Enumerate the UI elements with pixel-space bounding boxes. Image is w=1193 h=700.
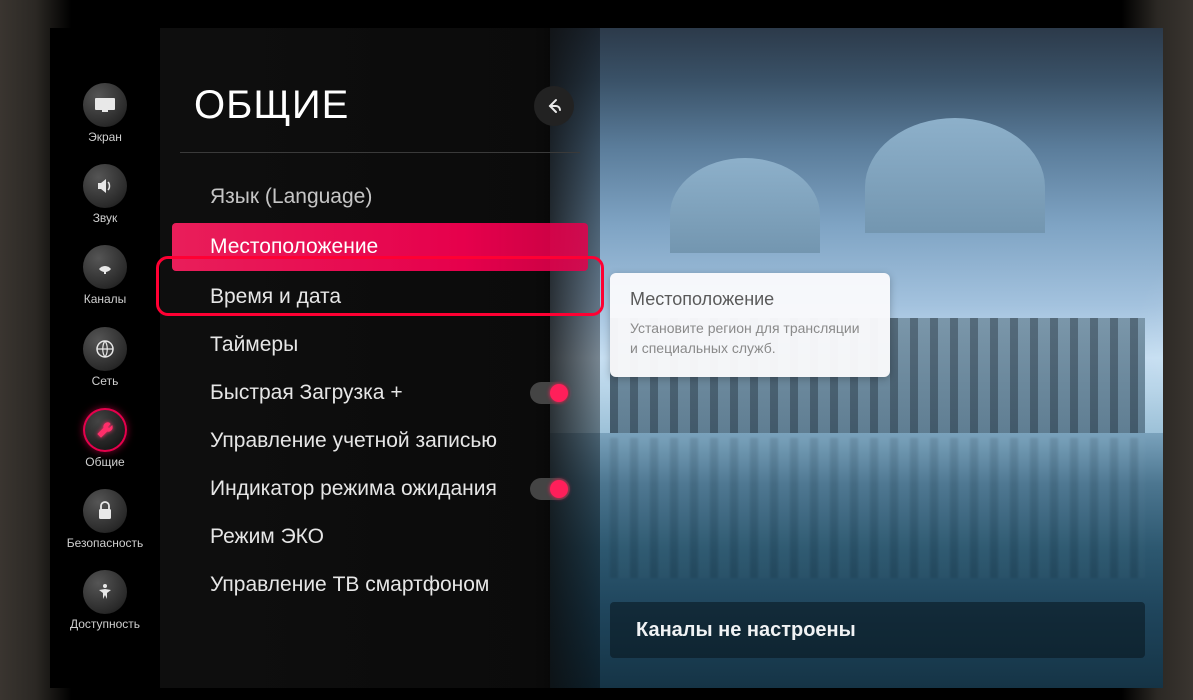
- settings-menu: Язык (Language) Местоположение Время и д…: [160, 173, 600, 609]
- menu-item-quick-start[interactable]: Быстрая Загрузка +: [160, 369, 600, 417]
- page-title: ОБЩИЕ: [194, 83, 349, 128]
- wrench-icon: [83, 408, 127, 452]
- sidebar-item-channels[interactable]: Каналы: [83, 245, 127, 306]
- sidebar-item-accessibility[interactable]: Доступность: [70, 570, 140, 631]
- status-bar[interactable]: Каналы не настроены: [610, 602, 1145, 658]
- sidebar-item-label: Звук: [93, 212, 118, 225]
- menu-item-label: Индикатор режима ожидания: [210, 477, 497, 501]
- sidebar-item-label: Сеть: [92, 375, 119, 388]
- divider: [180, 152, 580, 153]
- panel-header: ОБЩИЕ: [160, 83, 600, 152]
- sidebar-item-label: Доступность: [70, 618, 140, 631]
- toggle-standby-indicator[interactable]: [530, 478, 570, 500]
- sidebar-item-label: Каналы: [84, 293, 127, 306]
- menu-item-timers[interactable]: Таймеры: [160, 321, 600, 369]
- menu-item-label: Управление учетной записью: [210, 429, 497, 453]
- lock-icon: [83, 489, 127, 533]
- back-button[interactable]: [534, 86, 574, 126]
- tooltip-title: Местоположение: [630, 289, 870, 310]
- sidebar-item-network[interactable]: Сеть: [83, 327, 127, 388]
- tv-bezel: Экран Звук Каналы Сеть: [0, 0, 1193, 700]
- back-icon: [545, 97, 563, 115]
- sidebar-item-label: Общие: [85, 456, 124, 469]
- sidebar-item-security[interactable]: Безопасность: [67, 489, 144, 550]
- menu-item-time-date[interactable]: Время и дата: [160, 273, 600, 321]
- tooltip-description: Установите регион для трансляции и специ…: [630, 318, 870, 359]
- menu-item-account-management[interactable]: Управление учетной записью: [160, 417, 600, 465]
- menu-item-standby-indicator[interactable]: Индикатор режима ожидания: [160, 465, 600, 513]
- sidebar-item-general[interactable]: Общие: [83, 408, 127, 469]
- tv-screen: Экран Звук Каналы Сеть: [50, 28, 1163, 688]
- help-tooltip: Местоположение Установите регион для тра…: [610, 273, 890, 377]
- menu-item-label: Время и дата: [210, 285, 341, 309]
- toggle-quick-start[interactable]: [530, 382, 570, 404]
- menu-item-label: Язык (Language): [210, 185, 372, 209]
- menu-item-eco-mode[interactable]: Режим ЭКО: [160, 513, 600, 561]
- sidebar-item-label: Безопасность: [67, 537, 144, 550]
- accessibility-icon: [83, 570, 127, 614]
- satellite-icon: [83, 245, 127, 289]
- sidebar-item-label: Экран: [88, 131, 122, 144]
- menu-item-label: Быстрая Загрузка +: [210, 381, 403, 405]
- sidebar-item-screen[interactable]: Экран: [83, 83, 127, 144]
- menu-item-language[interactable]: Язык (Language): [160, 173, 600, 221]
- status-text: Каналы не настроены: [636, 619, 856, 642]
- settings-sidebar: Экран Звук Каналы Сеть: [50, 83, 160, 631]
- menu-item-location[interactable]: Местоположение: [172, 223, 588, 271]
- speaker-icon: [83, 164, 127, 208]
- display-icon: [83, 83, 127, 127]
- globe-icon: [83, 327, 127, 371]
- menu-item-label: Режим ЭКО: [210, 525, 324, 549]
- sidebar-item-sound[interactable]: Звук: [83, 164, 127, 225]
- menu-item-smartphone-control[interactable]: Управление ТВ смартфоном: [160, 561, 600, 609]
- menu-item-label: Местоположение: [210, 235, 378, 259]
- background-reflection: [610, 438, 1145, 578]
- settings-panel: ОБЩИЕ Язык (Language) Местоположение Вре…: [160, 28, 600, 688]
- menu-item-label: Управление ТВ смартфоном: [210, 573, 489, 597]
- menu-item-label: Таймеры: [210, 333, 298, 357]
